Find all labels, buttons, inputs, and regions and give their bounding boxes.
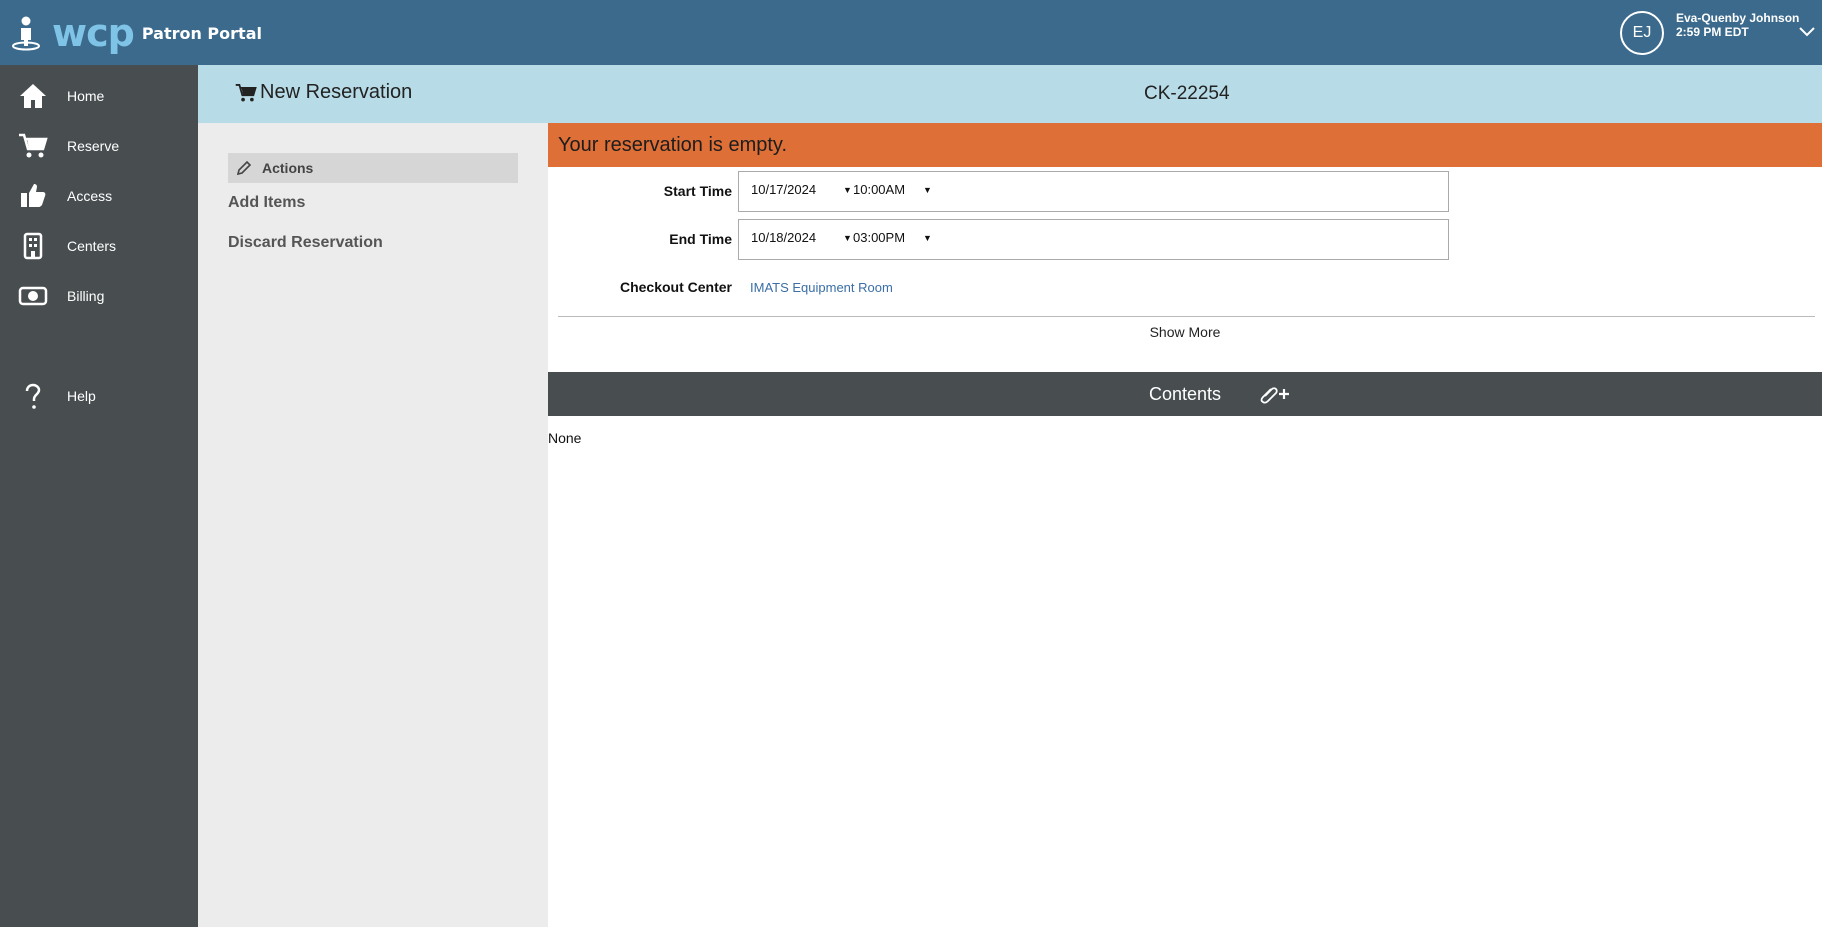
- building-icon: [23, 232, 43, 260]
- sidebar-item-label: Access: [67, 188, 113, 204]
- end-time-field: 10/18/2024 ▼ 03:00PM ▼: [738, 219, 1449, 260]
- sidebar-item-label: Centers: [67, 238, 117, 254]
- caret-down-icon[interactable]: ▼: [923, 185, 932, 195]
- avatar[interactable]: EJ: [1620, 11, 1664, 55]
- actions-header: Actions: [228, 153, 518, 183]
- sidebar-item-centers[interactable]: Centers: [0, 221, 198, 271]
- thumbs-up-icon: [21, 184, 46, 207]
- chevron-down-icon[interactable]: [1797, 22, 1817, 42]
- sidebar-item-label: Help: [67, 388, 96, 404]
- checkout-center-label: Checkout Center: [619, 279, 732, 295]
- sidebar-item-access[interactable]: Access: [0, 171, 198, 221]
- start-time-select[interactable]: 10:00AM: [853, 182, 905, 197]
- portal-label: Patron Portal: [141, 23, 262, 43]
- sidebar-item-home[interactable]: Home: [0, 71, 198, 121]
- actions-label: Actions: [262, 160, 314, 176]
- caret-down-icon[interactable]: ▼: [923, 233, 932, 243]
- start-time-field: 10/17/2024 ▼ 10:00AM ▼: [738, 171, 1449, 212]
- main-content: Your reservation is empty. Start Time 10…: [548, 123, 1822, 927]
- user-name[interactable]: Eva-Quenby Johnson: [1676, 11, 1799, 25]
- end-date-input[interactable]: 10/18/2024: [751, 230, 816, 245]
- person-logo-icon: [12, 16, 40, 51]
- caret-down-icon[interactable]: ▼: [843, 185, 852, 195]
- end-time-label: End Time: [669, 231, 732, 247]
- show-more-button[interactable]: Show More: [548, 324, 1822, 340]
- user-time: 2:59 PM EDT: [1676, 25, 1749, 39]
- question-icon: [25, 383, 41, 409]
- attach-add-icon[interactable]: [1257, 383, 1291, 405]
- start-time-label: Start Time: [663, 183, 732, 199]
- start-date-input[interactable]: 10/17/2024: [751, 182, 816, 197]
- sidebar-item-billing[interactable]: Billing: [0, 271, 198, 321]
- end-time-select[interactable]: 03:00PM: [853, 230, 905, 245]
- contents-bar: Contents: [548, 372, 1822, 416]
- checkout-center-link[interactable]: IMATS Equipment Room: [750, 280, 893, 295]
- cart-icon: [19, 133, 48, 158]
- top-bar: wcp Patron Portal EJ Eva-Quenby Johnson …: [0, 0, 1822, 65]
- caret-down-icon[interactable]: ▼: [843, 233, 852, 243]
- cart-icon: [235, 83, 257, 101]
- logo[interactable]: wcp Patron Portal: [10, 14, 262, 52]
- add-items-link[interactable]: Add Items: [228, 194, 305, 212]
- actions-panel: Actions Add Items Discard Reservation: [198, 123, 548, 927]
- home-icon: [20, 84, 46, 108]
- money-icon: [18, 286, 48, 306]
- discard-reservation-link[interactable]: Discard Reservation: [228, 234, 383, 252]
- record-id: CK-22254: [1144, 83, 1230, 104]
- pencil-icon: [236, 160, 252, 176]
- page-title-wrap: New Reservation: [235, 81, 412, 104]
- sidebar: Home Reserve Access Centers Billing Help: [0, 65, 198, 927]
- logo-text: wcp: [52, 11, 135, 55]
- sidebar-item-reserve[interactable]: Reserve: [0, 121, 198, 171]
- divider: [558, 316, 1815, 317]
- sidebar-item-help[interactable]: Help: [0, 371, 198, 421]
- page-header: New Reservation CK-22254: [198, 65, 1822, 123]
- sidebar-item-label: Home: [67, 88, 105, 104]
- empty-reservation-alert: Your reservation is empty.: [548, 123, 1822, 167]
- sidebar-item-label: Billing: [67, 288, 105, 304]
- contents-title: Contents: [1148, 384, 1222, 404]
- alert-text: Your reservation is empty.: [558, 134, 787, 156]
- contents-empty-text: None: [548, 430, 582, 446]
- page-title: New Reservation: [260, 81, 413, 103]
- sidebar-item-label: Reserve: [67, 138, 120, 154]
